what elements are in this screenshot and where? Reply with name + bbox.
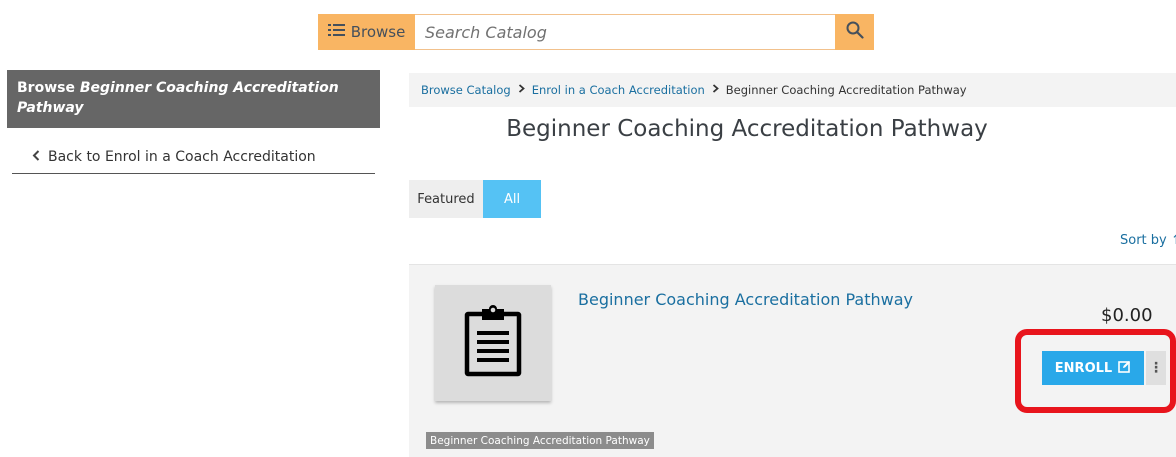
chevron-right-icon bbox=[712, 84, 719, 96]
sidebar-header: Browse Beginner Coaching Accreditation P… bbox=[7, 70, 380, 128]
breadcrumb: Browse Catalog Enrol in a Coach Accredit… bbox=[409, 73, 1176, 107]
back-link[interactable]: Back to Enrol in a Coach Accreditation bbox=[32, 149, 316, 165]
course-tag[interactable]: Beginner Coaching Accreditation Pathway bbox=[426, 432, 654, 449]
enroll-button[interactable]: ENROLL bbox=[1042, 351, 1144, 385]
search-button[interactable] bbox=[835, 14, 874, 50]
enroll-label: ENROLL bbox=[1054, 360, 1113, 376]
back-link-label: Back to Enrol in a Coach Accreditation bbox=[48, 149, 316, 165]
search-field-wrapper bbox=[415, 14, 835, 50]
more-options-button[interactable]: ⋮ bbox=[1146, 351, 1166, 385]
chevron-left-icon bbox=[32, 149, 40, 165]
tab-featured[interactable]: Featured bbox=[409, 180, 483, 218]
clipboard-icon bbox=[464, 305, 522, 381]
course-title[interactable]: Beginner Coaching Accreditation Pathway bbox=[578, 290, 913, 309]
tab-all[interactable]: All bbox=[483, 180, 541, 218]
breadcrumb-link-browse-catalog[interactable]: Browse Catalog bbox=[421, 83, 511, 97]
list-icon bbox=[327, 23, 345, 41]
edit-icon bbox=[1118, 360, 1131, 377]
sort-by-control[interactable]: Sort by ↑ bbox=[1120, 233, 1176, 248]
page-title: Beginner Coaching Accreditation Pathway bbox=[506, 116, 988, 142]
browse-button[interactable]: Browse bbox=[318, 14, 415, 50]
sort-arrow-icon: ↑ bbox=[1171, 233, 1176, 248]
browse-label: Browse bbox=[350, 23, 406, 41]
search-icon bbox=[846, 21, 864, 43]
sort-by-label: Sort by bbox=[1120, 233, 1167, 248]
chevron-right-icon bbox=[518, 84, 525, 96]
filter-tabs: Featured All bbox=[409, 180, 541, 218]
search-input[interactable] bbox=[425, 22, 835, 42]
vertical-ellipsis-icon: ⋮ bbox=[1149, 360, 1163, 376]
breadcrumb-current: Beginner Coaching Accreditation Pathway bbox=[725, 83, 967, 97]
breadcrumb-link-enrol[interactable]: Enrol in a Coach Accreditation bbox=[532, 83, 705, 97]
course-card: Beginner Coaching Accreditation Pathway … bbox=[409, 264, 1176, 457]
course-price: $0.00 bbox=[1101, 305, 1153, 326]
sidebar-divider bbox=[12, 173, 375, 174]
catalog-search-bar: Browse bbox=[318, 14, 874, 50]
course-thumbnail[interactable] bbox=[435, 285, 551, 401]
sidebar-header-prefix: Browse bbox=[17, 80, 75, 96]
